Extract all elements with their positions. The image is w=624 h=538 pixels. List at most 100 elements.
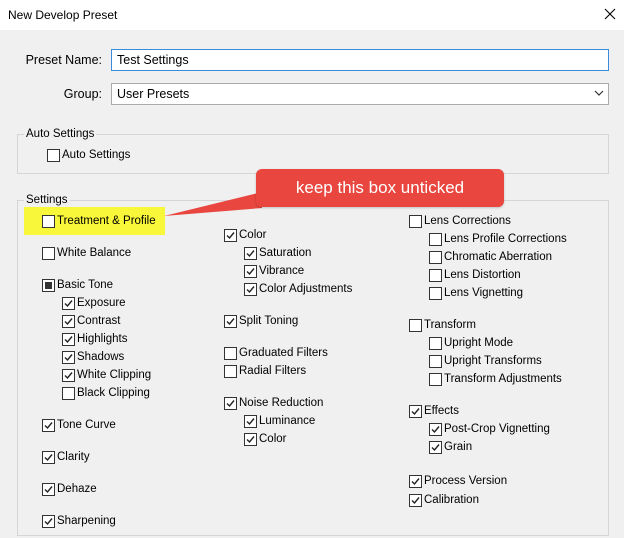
checkbox-box[interactable] — [224, 346, 237, 360]
checkbox-label: Dehaze — [57, 483, 97, 495]
setting-checkbox[interactable]: Transform — [409, 318, 476, 332]
checkbox-box[interactable] — [42, 278, 55, 292]
setting-checkbox[interactable]: Saturation — [244, 246, 311, 260]
checkbox-box[interactable] — [62, 314, 75, 328]
checkbox-box[interactable] — [429, 372, 442, 386]
setting-checkbox[interactable]: Post-Crop Vignetting — [429, 422, 550, 436]
close-button[interactable] — [598, 2, 622, 26]
group-label: Group: — [63, 87, 102, 101]
setting-checkbox[interactable]: Color — [224, 228, 266, 242]
setting-checkbox[interactable]: Upright Transforms — [429, 354, 542, 368]
setting-checkbox[interactable]: Exposure — [62, 296, 126, 310]
checkbox-box[interactable] — [244, 432, 257, 446]
setting-checkbox[interactable]: Split Toning — [224, 314, 298, 328]
checkbox-box[interactable] — [62, 386, 75, 400]
checkbox-box[interactable] — [62, 368, 75, 382]
setting-checkbox[interactable]: Grain — [429, 440, 472, 454]
checkbox-label: Color Adjustments — [259, 283, 353, 295]
setting-checkbox[interactable]: Upright Mode — [429, 336, 513, 350]
setting-checkbox[interactable]: Vibrance — [244, 264, 304, 278]
setting-checkbox[interactable]: Contrast — [62, 314, 120, 328]
setting-checkbox[interactable]: White Clipping — [62, 368, 151, 382]
checkbox-box[interactable] — [409, 404, 422, 418]
checkbox-box[interactable] — [429, 250, 442, 264]
checkbox-box[interactable] — [429, 336, 442, 350]
setting-checkbox[interactable]: Shadows — [62, 350, 124, 364]
window-title: New Develop Preset — [8, 8, 118, 22]
checkbox-box[interactable] — [42, 214, 55, 228]
setting-checkbox[interactable]: Color Adjustments — [244, 282, 352, 296]
checkbox-box[interactable] — [62, 332, 75, 346]
checkbox-box[interactable] — [42, 514, 55, 528]
setting-checkbox[interactable]: Clarity — [42, 450, 90, 464]
checkbox-box[interactable] — [47, 148, 60, 162]
checkbox-box[interactable] — [244, 282, 257, 296]
checkmark-icon — [411, 407, 420, 415]
checkbox-box[interactable] — [409, 474, 422, 488]
setting-checkbox[interactable]: Luminance — [244, 414, 315, 428]
checkbox-box[interactable] — [224, 228, 237, 242]
checkbox-box[interactable] — [224, 364, 237, 378]
setting-checkbox[interactable]: Tone Curve — [42, 418, 116, 432]
checkbox-box[interactable] — [244, 264, 257, 278]
setting-checkbox[interactable]: Radial Filters — [224, 364, 306, 378]
setting-checkbox[interactable]: Color — [244, 432, 286, 446]
setting-checkbox[interactable]: Dehaze — [42, 482, 97, 496]
setting-checkbox[interactable]: Lens Corrections — [409, 214, 511, 228]
setting-checkbox[interactable]: Noise Reduction — [224, 396, 323, 410]
setting-checkbox[interactable]: Sharpening — [42, 514, 116, 528]
checkbox-box[interactable] — [244, 246, 257, 260]
checkbox-box[interactable] — [409, 493, 422, 507]
checkbox-box[interactable] — [42, 482, 55, 496]
checkmark-icon — [64, 353, 73, 361]
checkbox-box[interactable] — [429, 440, 442, 454]
setting-checkbox[interactable]: Highlights — [62, 332, 128, 346]
checkbox-box[interactable] — [429, 354, 442, 368]
checkmark-icon — [246, 267, 255, 275]
checkbox-box[interactable] — [429, 268, 442, 282]
preset-name-label: Preset Name: — [25, 53, 102, 67]
setting-checkbox[interactable]: Lens Vignetting — [429, 286, 523, 300]
setting-checkbox[interactable]: White Balance — [42, 246, 131, 260]
checkbox-label: Split Toning — [239, 315, 299, 327]
setting-checkbox[interactable]: Treatment & Profile — [42, 214, 156, 228]
checkmark-icon — [246, 417, 255, 425]
checkbox-label: Effects — [424, 405, 459, 417]
setting-checkbox[interactable]: Process Version — [409, 474, 507, 488]
checkbox-box[interactable] — [62, 296, 75, 310]
setting-checkbox[interactable]: Effects — [409, 404, 459, 418]
checkbox-box[interactable] — [409, 214, 422, 228]
setting-checkbox[interactable]: Graduated Filters — [224, 346, 328, 360]
checkbox-label: Grain — [444, 441, 473, 453]
group-select[interactable]: User Presets — [111, 83, 609, 105]
checkbox-box[interactable] — [409, 318, 422, 332]
checkmark-icon — [64, 317, 73, 325]
setting-checkbox[interactable]: Transform Adjustments — [429, 372, 562, 386]
checkbox-box[interactable] — [224, 396, 237, 410]
checkbox-box[interactable] — [244, 414, 257, 428]
setting-checkbox[interactable]: Black Clipping — [62, 386, 150, 400]
checkmark-icon — [411, 477, 420, 485]
setting-checkbox[interactable]: Lens Distortion — [429, 268, 521, 282]
preset-name-input[interactable]: Test Settings — [111, 49, 609, 71]
checkmark-icon — [64, 299, 73, 307]
setting-checkbox[interactable]: Calibration — [409, 493, 479, 507]
checkbox-box[interactable] — [62, 350, 75, 364]
checkbox-box[interactable] — [42, 450, 55, 464]
checkmark-icon — [64, 335, 73, 343]
checkbox-box[interactable] — [224, 314, 237, 328]
checkbox-label: White Clipping — [77, 369, 152, 381]
setting-checkbox[interactable]: Lens Profile Corrections — [429, 232, 567, 246]
checkbox-box[interactable] — [429, 422, 442, 436]
checkbox-box[interactable] — [42, 418, 55, 432]
checkbox-label: Chromatic Aberration — [444, 251, 553, 263]
auto-settings-checkbox[interactable]: Auto Settings — [47, 148, 130, 162]
checkbox-box[interactable] — [42, 246, 55, 260]
checkbox-label: Calibration — [424, 494, 479, 506]
checkbox-label: Shadows — [77, 351, 125, 363]
checkbox-box[interactable] — [429, 232, 442, 246]
group-select-value: User Presets — [117, 87, 190, 101]
setting-checkbox[interactable]: Chromatic Aberration — [429, 250, 552, 264]
checkbox-box[interactable] — [429, 286, 442, 300]
setting-checkbox[interactable]: Basic Tone — [42, 278, 113, 292]
